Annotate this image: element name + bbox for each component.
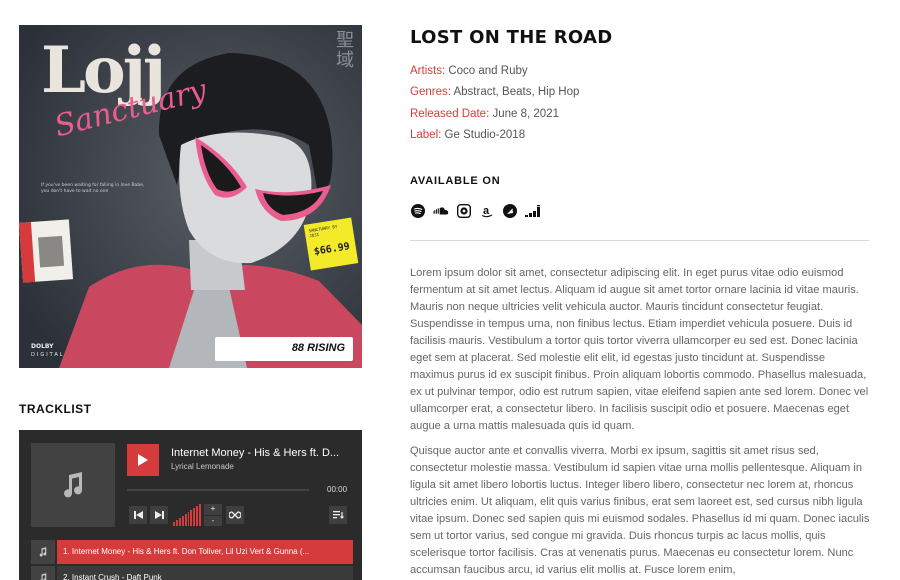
track-row[interactable]: 1. Internet Money - His & Hers ft. Don T… [31, 540, 353, 564]
label-label: Label: [410, 129, 442, 141]
cover-kanji: 聖域 [336, 30, 354, 71]
repeat-button[interactable] [226, 506, 244, 524]
released-label: Released Date: [410, 108, 490, 120]
released-row: Released Date: June 8, 2021 [410, 108, 559, 120]
playlist-icon [332, 510, 344, 519]
released-value: June 8, 2021 [492, 108, 559, 120]
next-button[interactable] [150, 506, 168, 524]
spotify-icon[interactable] [410, 203, 426, 219]
price-sticker: SANCTUARY BY JOJI $66.99 [303, 217, 359, 271]
available-on-heading: AVAILABLE ON [410, 175, 501, 187]
progress-bar[interactable] [127, 489, 309, 491]
next-icon [154, 511, 164, 519]
label-badge-text: 88 RISING [291, 342, 345, 354]
dolby-digital-text: DIGITAL [31, 352, 65, 358]
dolby-logo: DOLBY [31, 343, 54, 350]
soundcloud-icon[interactable] [433, 203, 449, 219]
volume-down-button[interactable]: - [204, 515, 222, 526]
label-value: Ge Studio-2018 [444, 129, 526, 141]
itunes-icon[interactable] [456, 203, 472, 219]
volume-up-button[interactable]: + [204, 504, 222, 515]
label-badge: 88 RISING [215, 337, 353, 361]
artists-row: Artists: Coco and Ruby [410, 65, 528, 77]
deezer-icon[interactable] [525, 203, 541, 219]
store-links: a [410, 203, 541, 219]
previous-button[interactable] [129, 506, 147, 524]
genres-value: Abstract, Beats, Hip Hop [453, 86, 580, 98]
amazon-icon[interactable]: a [479, 203, 495, 219]
loop-icon [229, 511, 241, 519]
audio-player: Internet Money - His & Hers ft. D... Lyr… [19, 430, 362, 580]
genres-row: Genres: Abstract, Beats, Hip Hop [410, 86, 579, 98]
track-row-icon [31, 540, 55, 564]
artists-value: Coco and Ruby [448, 65, 528, 77]
play-icon [138, 454, 148, 466]
now-playing-title: Internet Money - His & Hers ft. D... [171, 447, 340, 459]
artists-label: Artists: [410, 65, 446, 77]
track-row[interactable]: 2. Instant Crush - Daft Punk [31, 566, 353, 580]
volume-meter[interactable] [173, 504, 202, 526]
svg-text:a: a [483, 205, 490, 217]
track-row-icon [31, 566, 55, 580]
price-sticker-price: $66.99 [313, 241, 351, 258]
album-title: LOST ON THE ROAD [410, 27, 613, 48]
now-playing-artist: Lyrical Lemonade [171, 462, 234, 471]
cover-small-text: If you've been waiting for falling in lo… [41, 183, 145, 194]
time-display: 00:00 [327, 485, 348, 494]
music-note-icon [40, 573, 47, 580]
play-button[interactable] [127, 444, 159, 476]
previous-icon [133, 511, 143, 519]
tracklist-heading: TRACKLIST [19, 402, 92, 416]
track-row-label: 2. Instant Crush - Daft Punk [57, 566, 353, 580]
music-note-icon [39, 547, 47, 557]
music-note-icon [64, 472, 83, 498]
playlist-button[interactable] [329, 506, 347, 524]
description-paragraph: Quisque auctor ante et convallis viverra… [410, 445, 870, 576]
track-artwork [31, 443, 115, 527]
album-cover: Lojj Sanctuary 聖域 If you've been waiting… [19, 25, 362, 368]
napster-icon[interactable] [502, 203, 518, 219]
track-row-label: 1. Internet Money - His & Hers ft. Don T… [57, 540, 353, 564]
genres-label: Genres: [410, 86, 451, 98]
description-paragraph: Lorem ipsum dolor sit amet, consectetur … [410, 267, 869, 432]
label-row: Label: Ge Studio-2018 [410, 129, 525, 141]
volume-stepper: + - [204, 504, 222, 526]
section-divider [410, 240, 869, 241]
